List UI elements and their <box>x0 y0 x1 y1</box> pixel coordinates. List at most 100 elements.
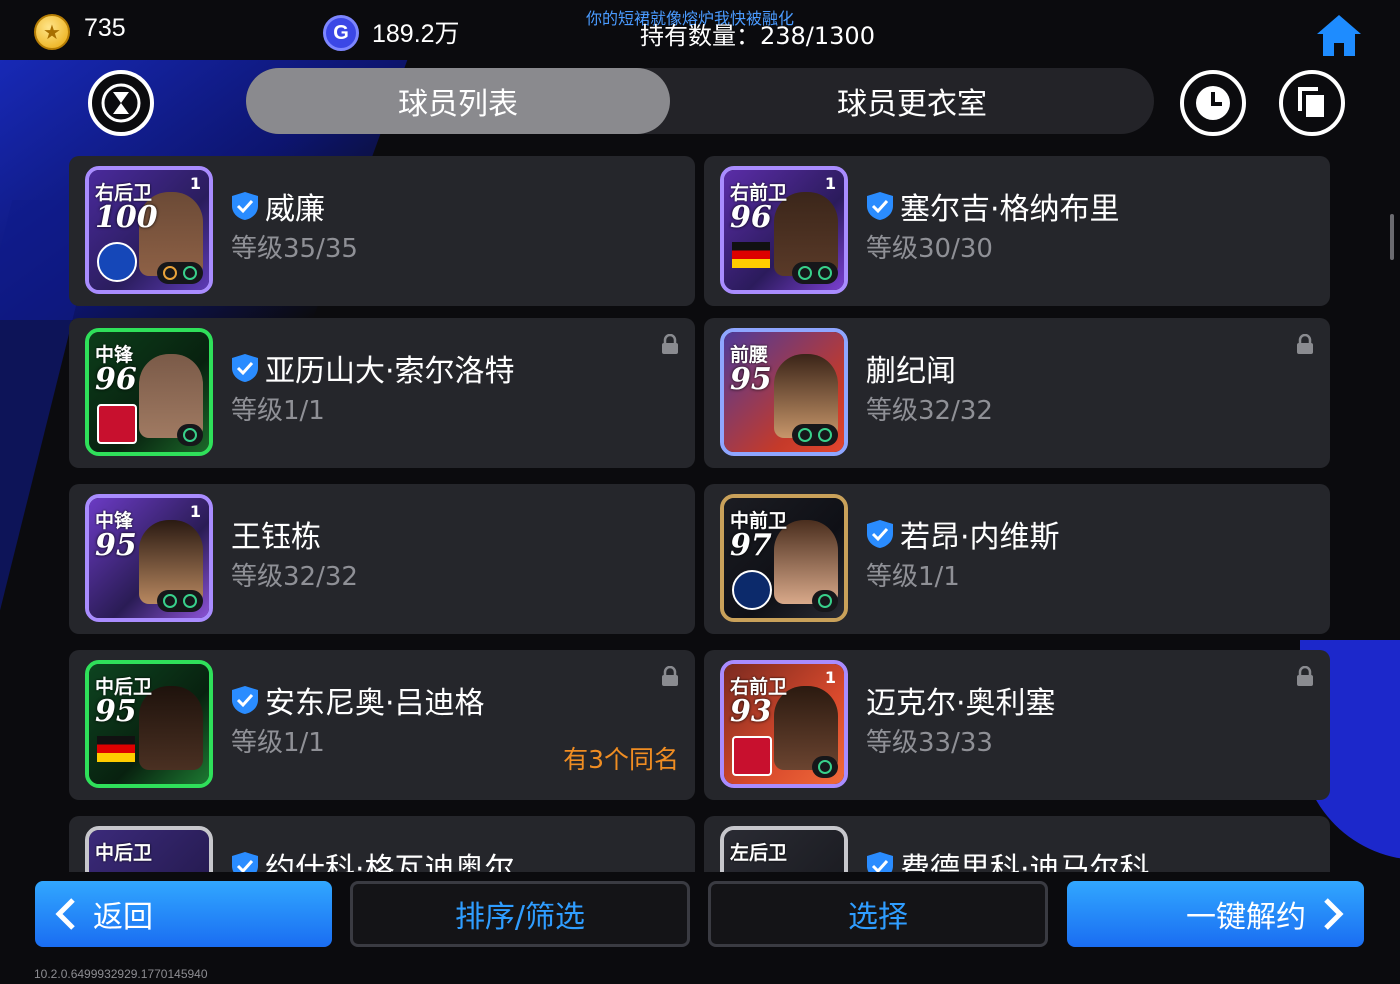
lock-icon[interactable] <box>661 334 679 354</box>
lock-icon[interactable] <box>661 666 679 686</box>
player-name-row: 亚历山大·索尔洛特 <box>231 346 515 390</box>
release-all-label: 一键解约 <box>1186 900 1306 935</box>
player-name-row: 安东尼奥·吕迪格 <box>231 678 485 722</box>
skill-chips <box>812 756 838 778</box>
player-badge: 1 <box>824 174 836 193</box>
lock-icon[interactable] <box>1296 666 1314 686</box>
copy-button[interactable] <box>1279 70 1345 136</box>
same-name-note: 有3个同名 <box>563 745 679 774</box>
player-level: 等级30/30 <box>866 234 993 264</box>
skill-chip-icon <box>818 760 832 774</box>
player-card[interactable]: 中后卫 95 安东尼奥·吕迪格 等级1/1 有3个同名 <box>69 650 695 800</box>
tab-player-list[interactable]: 球员列表 <box>246 68 670 134</box>
player-rating: 93 <box>730 694 772 729</box>
player-level: 等级32/32 <box>231 562 358 592</box>
home-icon[interactable] <box>1314 12 1364 58</box>
chevron-left-icon <box>55 898 75 930</box>
player-thumbnail: 右前卫 96 1 <box>720 166 848 294</box>
player-name-row: 若昂·内维斯 <box>866 512 1060 556</box>
player-level: 等级1/1 <box>231 728 325 758</box>
sort-filter-label: 排序/筛选 <box>454 900 586 935</box>
player-name: 塞尔吉·格纳布里 <box>900 192 1120 227</box>
player-thumbnail: 右前卫 93 1 <box>720 660 848 788</box>
player-card[interactable]: 右后卫 100 1 威廉 等级35/35 <box>69 156 695 306</box>
player-card[interactable]: 中后卫 约什科·格瓦迪奥尔 <box>69 816 695 872</box>
player-name: 约什科·格瓦迪奥尔 <box>265 852 515 872</box>
player-badge: 1 <box>189 174 201 193</box>
gp-balance: 189.2万 <box>372 20 460 48</box>
verified-shield-icon <box>232 686 258 714</box>
top-bar: ★ 735 G 189.2万 你的短裙就像熔炉我快被融化 持有数量：238/13… <box>0 0 1400 64</box>
history-button[interactable] <box>1180 70 1246 136</box>
hourglass-button[interactable] <box>88 70 154 136</box>
player-thumbnail: 中锋 95 1 <box>85 494 213 622</box>
player-name: 费德里科·迪马尔科 <box>900 852 1150 872</box>
tab-locker-room[interactable]: 球员更衣室 <box>670 68 1154 134</box>
player-card[interactable]: 前腰 95 蒯纪闻 等级32/32 <box>704 318 1330 468</box>
player-card[interactable]: 右前卫 96 1 塞尔吉·格纳布里 等级30/30 <box>704 156 1330 306</box>
germany-flag-icon <box>97 736 135 762</box>
player-name-row: 塞尔吉·格纳布里 <box>866 184 1120 228</box>
player-card[interactable]: 中锋 95 1 王钰栋 等级32/32 <box>69 484 695 634</box>
player-thumbnail: 中前卫 97 <box>720 494 848 622</box>
player-name: 安东尼奥·吕迪格 <box>265 686 485 721</box>
player-thumbnail: 前腰 95 <box>720 328 848 456</box>
player-list: 右后卫 100 1 威廉 等级35/35 右前卫 96 1 塞尔吉·格纳布里 等… <box>0 156 1400 872</box>
lock-icon[interactable] <box>1296 334 1314 354</box>
player-thumbnail: 中锋 96 <box>85 328 213 456</box>
tab-bar: 球员列表 球员更衣室 <box>246 68 1154 134</box>
back-button[interactable]: 返回 <box>35 881 332 947</box>
sort-filter-button[interactable]: 排序/筛选 <box>350 881 690 947</box>
player-card[interactable]: 中锋 96 亚历山大·索尔洛特 等级1/1 <box>69 318 695 468</box>
player-name: 王钰栋 <box>231 520 321 555</box>
release-all-button[interactable]: 一键解约 <box>1067 881 1364 947</box>
player-level: 等级33/33 <box>866 728 993 758</box>
skill-chip-icon <box>818 594 832 608</box>
club-badge-icon <box>732 736 772 776</box>
verified-shield-icon <box>867 192 893 220</box>
player-badge: 1 <box>189 502 201 521</box>
player-rating: 100 <box>95 200 158 235</box>
player-rating: 95 <box>95 694 137 729</box>
skill-chip-icon <box>163 266 177 280</box>
player-thumbnail: 左后卫 <box>720 826 848 872</box>
version-text: 10.2.0.6499932929.1770145940 <box>34 967 208 981</box>
select-button[interactable]: 选择 <box>708 881 1048 947</box>
skill-chip-icon <box>798 428 812 442</box>
club-badge-icon <box>97 242 137 282</box>
verified-shield-icon <box>232 852 258 872</box>
back-label: 返回 <box>93 900 153 935</box>
player-name: 迈克尔·奥利塞 <box>866 686 1056 721</box>
skill-chips <box>157 262 203 284</box>
skill-chip-icon <box>183 266 197 280</box>
copy-icon <box>1298 87 1324 117</box>
player-level: 等级35/35 <box>231 234 358 264</box>
player-rating: 95 <box>730 362 772 397</box>
skill-chip-icon <box>818 266 832 280</box>
player-name: 若昂·内维斯 <box>900 520 1060 555</box>
club-badge-icon <box>732 570 772 610</box>
player-level: 等级1/1 <box>231 396 325 426</box>
skill-chips <box>812 590 838 612</box>
player-thumbnail: 中后卫 95 <box>85 660 213 788</box>
verified-shield-icon <box>867 520 893 548</box>
player-card[interactable]: 中前卫 97 若昂·内维斯 等级1/1 <box>704 484 1330 634</box>
skill-chip-icon <box>798 266 812 280</box>
player-card[interactable]: 左后卫 费德里科·迪马尔科 <box>704 816 1330 872</box>
chevron-right-icon <box>1324 898 1344 930</box>
verified-shield-icon <box>232 354 258 382</box>
player-level: 等级32/32 <box>866 396 993 426</box>
player-name: 威廉 <box>265 192 325 227</box>
player-card[interactable]: 右前卫 93 1 迈克尔·奥利塞 等级33/33 <box>704 650 1330 800</box>
player-thumbnail: 中后卫 <box>85 826 213 872</box>
germany-flag-icon <box>732 242 770 268</box>
skill-chip-icon <box>163 594 177 608</box>
player-name-row: 迈克尔·奥利塞 <box>866 678 1056 722</box>
player-badge: 1 <box>824 668 836 687</box>
player-level: 等级1/1 <box>866 562 960 592</box>
skill-chip-icon <box>183 428 197 442</box>
clock-icon <box>1196 86 1230 120</box>
scrollbar[interactable] <box>1390 214 1394 260</box>
select-label: 选择 <box>848 900 908 935</box>
hourglass-icon <box>101 83 141 123</box>
